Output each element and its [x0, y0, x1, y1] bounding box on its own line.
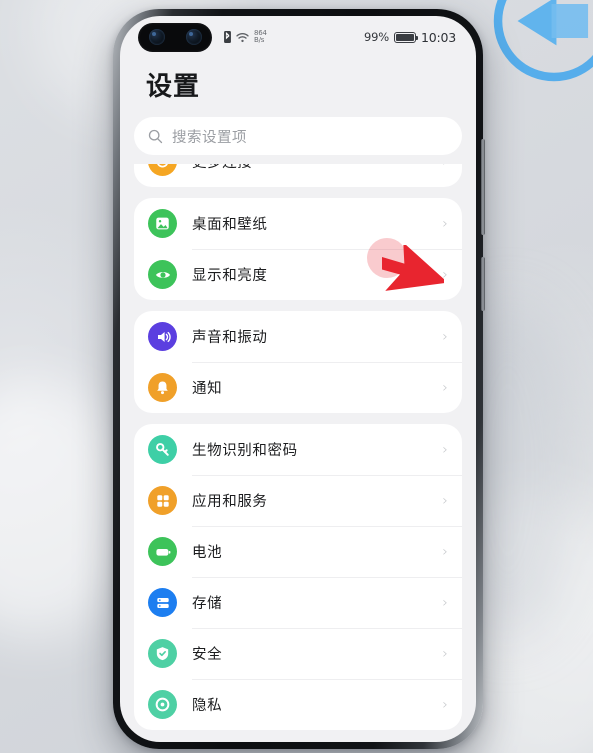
list-item-label: 存储	[192, 596, 223, 612]
search-icon	[148, 129, 163, 143]
list-item[interactable]: 显示和亮度 ›	[134, 249, 462, 300]
list-item[interactable]: 应用和服务 ›	[134, 475, 462, 526]
security-shield-icon	[148, 639, 177, 668]
chevron-right-icon: ›	[442, 543, 448, 560]
phone-device: 864 B/s 99% 10:03 设置 搜索设置项 桌面和壁纸 › 显示和亮度…	[113, 9, 485, 749]
status-indicators-right: 99% 10:03	[364, 30, 456, 45]
power-button[interactable]	[481, 257, 485, 311]
chevron-right-icon: ›	[442, 328, 448, 345]
group-sound: 声音和振动 › 通知 ›	[134, 311, 462, 413]
chevron-right-icon: ›	[442, 441, 448, 458]
settings-list[interactable]: 更多连接›桌面和壁纸›显示和亮度›声音和振动›通知›生物识别和密码›应用和服务›…	[120, 164, 476, 742]
status-clock: 10:03	[420, 29, 456, 45]
list-item[interactable]: 通知 ›	[134, 362, 462, 413]
list-item[interactable]: 更多连接›	[134, 164, 462, 187]
display-brightness-icon	[148, 260, 177, 289]
list-item[interactable]: 安全 ›	[134, 628, 462, 679]
volume-button[interactable]	[481, 139, 485, 235]
phone-screen: 864 B/s 99% 10:03 设置 搜索设置项 桌面和壁纸 › 显示和亮度…	[120, 16, 476, 742]
status-indicators-left: 864 B/s	[224, 29, 267, 45]
storage-icon	[148, 588, 177, 617]
list-item-label: 显示和亮度	[192, 268, 268, 284]
battery-settings-icon	[148, 537, 177, 566]
search-input[interactable]: 搜索设置项	[134, 117, 462, 155]
list-item[interactable]: 电池 ›	[134, 526, 462, 577]
group-connections: 更多连接›	[134, 164, 462, 187]
bluetooth-icon	[224, 31, 231, 43]
sound-vibration-icon	[148, 322, 177, 351]
battery-icon	[393, 31, 419, 43]
list-item[interactable]: 桌面和壁纸 ›	[134, 198, 462, 249]
list-item-label: 生物识别和密码	[192, 443, 298, 459]
search-placeholder: 搜索设置项	[172, 129, 247, 146]
chevron-right-icon: ›	[442, 645, 448, 662]
status-bar: 864 B/s 99% 10:03	[120, 16, 476, 58]
chevron-right-icon: ›	[442, 696, 448, 713]
chevron-right-icon: ›	[442, 215, 448, 232]
privacy-icon	[148, 690, 177, 719]
chevron-right-icon: ›	[442, 164, 448, 169]
list-item[interactable]: 声音和振动 ›	[134, 311, 462, 362]
group-display: 桌面和壁纸 › 显示和亮度 ›	[134, 198, 462, 300]
wifi-icon	[236, 32, 249, 42]
apps-services-icon	[148, 486, 177, 515]
chevron-right-icon: ›	[442, 266, 448, 283]
list-item[interactable]: 生物识别和密码 ›	[134, 424, 462, 475]
list-item-label: 声音和振动	[192, 330, 268, 346]
list-item-label: 电池	[192, 545, 223, 561]
search-section: 搜索设置项	[120, 117, 476, 165]
camera-lens-right	[185, 29, 202, 45]
list-item-label: 隐私	[192, 698, 223, 714]
biometrics-password-icon	[148, 435, 177, 464]
camera-lens-left	[148, 29, 165, 45]
battery-percent: 99%	[364, 30, 389, 44]
chevron-right-icon: ›	[442, 379, 448, 396]
list-item-label: 安全	[192, 647, 223, 663]
network-speed-unit: B/s	[254, 36, 265, 44]
screenshot-scene: 864 B/s 99% 10:03 设置 搜索设置项 桌面和壁纸 › 显示和亮度…	[0, 0, 593, 753]
list-item-label: 更多连接	[192, 164, 442, 172]
list-item[interactable]: 存储 ›	[134, 577, 462, 628]
list-item-label: 通知	[192, 381, 223, 397]
more-connections-icon	[148, 164, 177, 176]
list-item-label: 应用和服务	[192, 494, 268, 510]
wallpaper-icon	[148, 209, 177, 238]
front-camera-punchhole	[138, 22, 212, 52]
page-title: 设置	[146, 72, 201, 102]
network-speed: 864 B/s	[254, 29, 267, 45]
chevron-right-icon: ›	[442, 492, 448, 509]
group-system: 生物识别和密码 › 应用和服务 › 电池 › 存储 › 安全 › 隐私 ›	[134, 424, 462, 730]
list-item[interactable]: 隐私 ›	[134, 679, 462, 730]
blue-circle-arrow-watermark	[493, 0, 593, 82]
list-item-label: 桌面和壁纸	[192, 217, 268, 233]
chevron-right-icon: ›	[442, 594, 448, 611]
notification-bell-icon	[148, 373, 177, 402]
